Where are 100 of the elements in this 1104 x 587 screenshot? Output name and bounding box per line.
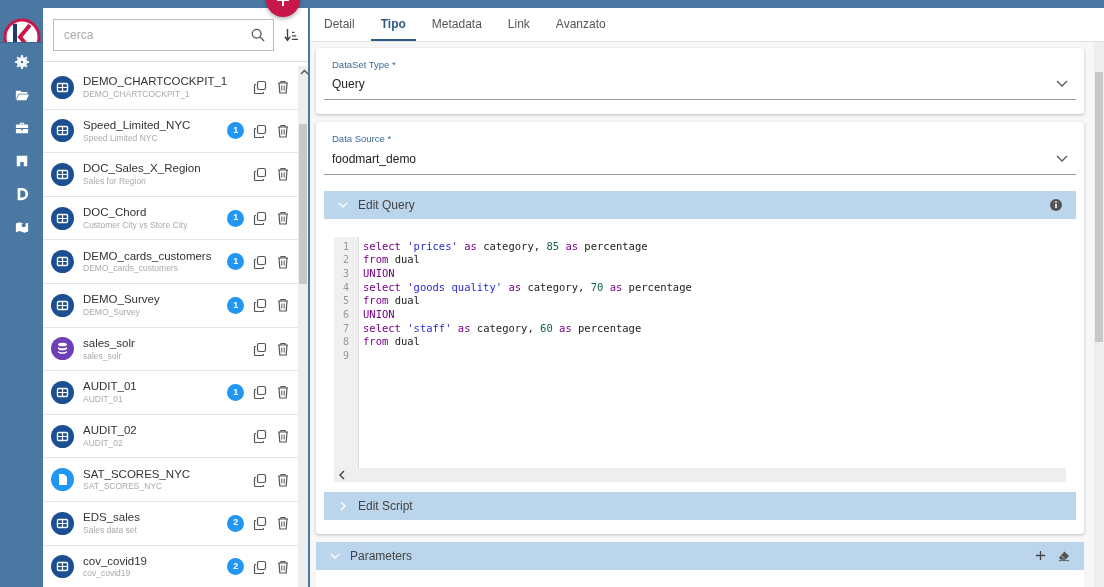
code-line: select 'prices' as category, 85 as percentage — [363, 239, 649, 254]
trash-icon[interactable] — [276, 429, 291, 444]
copy-icon[interactable] — [253, 167, 268, 182]
table-icon — [51, 511, 74, 535]
copy-icon[interactable] — [253, 559, 268, 574]
trash-icon[interactable] — [276, 167, 291, 182]
dataset-description: Sales data set — [83, 525, 138, 536]
eraser-icon[interactable] — [1058, 549, 1070, 562]
dataset-description: sales_solr — [83, 351, 123, 361]
scrollbar-thumb[interactable] — [1095, 72, 1103, 342]
dataset-item[interactable]: Speed_Limited_NYC Speed Limited NYC 1 — [43, 109, 299, 154]
tab[interactable]: Detail — [314, 8, 365, 41]
search-field[interactable]: cerca — [53, 18, 274, 51]
settings-icon[interactable] — [14, 55, 29, 69]
dataset-type-select[interactable]: Query — [332, 75, 396, 94]
sort-icon[interactable] — [284, 27, 298, 42]
store-icon[interactable] — [14, 154, 29, 168]
dataset-item[interactable]: AUDIT_02 AUDIT_02 — [43, 414, 299, 459]
copy-icon[interactable] — [253, 516, 268, 531]
count-badge: 1 — [227, 122, 245, 140]
copy-icon[interactable] — [253, 298, 268, 313]
dataset-description: AUDIT_01 — [83, 395, 124, 405]
dataset-title: DOC_Chord — [83, 206, 148, 219]
copy-icon[interactable] — [253, 254, 268, 269]
dataset-description: Customer City vs Store City — [83, 220, 189, 231]
code-line: UNION — [363, 266, 396, 281]
table-icon — [51, 119, 74, 143]
scroll-left-icon[interactable] — [338, 469, 346, 480]
dataset-item[interactable]: cov_covid19 cov_covid19 2 — [43, 545, 299, 587]
data-source-select[interactable]: foodmart_demo — [332, 149, 417, 168]
code-line: from dual — [363, 294, 421, 308]
section-header[interactable]: Edit Script — [324, 491, 1076, 520]
line-number: 4 — [342, 280, 350, 295]
dataset-title: SAT_SCORES_NYC — [83, 467, 192, 481]
line-number: 9 — [342, 349, 350, 363]
count-badge: 1 — [227, 296, 245, 314]
code-line: from dual — [363, 253, 421, 267]
dataset-description: DEMO_cards_customers — [83, 264, 179, 274]
section-header[interactable]: Edit Query — [324, 190, 1076, 219]
copy-icon[interactable] — [253, 385, 268, 400]
trash-icon[interactable] — [276, 298, 291, 313]
dataset-description: AUDIT_02 — [83, 438, 124, 449]
dataset-title: DEMO_cards_customers — [83, 249, 213, 263]
section-title: Edit Script — [358, 497, 413, 515]
trash-icon[interactable] — [276, 559, 291, 574]
trash-icon[interactable] — [276, 211, 291, 226]
scroll-up-icon[interactable] — [299, 68, 308, 76]
dataset-item[interactable]: SAT_SCORES_NYC SAT_SCORES_NYC — [43, 458, 299, 502]
tab[interactable]: Avanzato — [545, 8, 616, 41]
copy-icon[interactable] — [253, 211, 268, 226]
trash-icon[interactable] — [276, 472, 291, 487]
dataset-item[interactable]: DOC_Sales_X_Region Sales for Region — [43, 153, 299, 197]
chevron-right-icon — [338, 500, 348, 511]
tab[interactable]: Link — [497, 8, 540, 41]
trash-icon[interactable] — [276, 80, 291, 95]
folder-icon[interactable] — [14, 88, 29, 102]
trash-icon[interactable] — [276, 516, 291, 531]
dataset-title: DEMO_CHARTCOCKPIT_1 — [83, 75, 228, 88]
dataset-description: Speed Limited NYC — [83, 133, 159, 143]
line-number: 1 — [342, 239, 350, 254]
line-number: 3 — [342, 266, 350, 281]
dataset-description: cov_covid19 — [83, 569, 132, 579]
copy-icon[interactable] — [253, 123, 268, 138]
copy-icon[interactable] — [253, 429, 268, 444]
copy-icon[interactable] — [253, 80, 268, 95]
trash-icon[interactable] — [276, 123, 291, 138]
section-title: Parameters — [350, 547, 413, 565]
field-label: Data Source * — [332, 132, 393, 147]
briefcase-icon[interactable] — [14, 121, 29, 135]
line-number: 8 — [342, 335, 350, 349]
code-line: select 'goods quality' as category, 70 as percentage — [363, 280, 693, 295]
trash-icon[interactable] — [276, 341, 291, 356]
dataset-item[interactable]: DEMO_CHARTCOCKPIT_1 DEMO_CHARTCOCKPIT_1 — [43, 66, 299, 110]
count-badge: 1 — [227, 383, 245, 401]
trash-icon[interactable] — [276, 254, 291, 269]
count-badge: 1 — [227, 209, 245, 227]
copy-icon[interactable] — [253, 472, 268, 487]
scrollbar-thumb[interactable] — [299, 124, 307, 284]
map-icon[interactable] — [14, 220, 29, 234]
dataset-item[interactable]: DEMO_Survey DEMO_Survey 1 — [43, 283, 299, 328]
copy-icon[interactable] — [253, 341, 268, 356]
add-icon[interactable] — [1035, 550, 1046, 561]
search-icon[interactable] — [251, 27, 265, 42]
dataset-item[interactable]: DEMO_cards_customers DEMO_cards_customers 1 — [43, 240, 299, 284]
dataset-item[interactable]: sales_solr sales_solr — [43, 327, 299, 372]
dataset-description: DEMO_Survey — [83, 307, 141, 318]
table-icon — [51, 380, 74, 404]
dataset-item[interactable]: AUDIT_01 AUDIT_01 1 — [43, 371, 299, 415]
dataset-description: SAT_SCORES_NYC — [83, 482, 164, 492]
info-icon[interactable] — [1050, 198, 1062, 211]
line-number: 7 — [342, 321, 350, 336]
tab[interactable]: Tipo — [370, 8, 416, 41]
dataset-item[interactable]: EDS_sales Sales data set 2 — [43, 501, 299, 546]
dataset-item[interactable]: DOC_Chord Customer City vs Store City 1 — [43, 196, 299, 241]
tab[interactable]: Metadata — [421, 8, 492, 41]
scrollbar[interactable] — [298, 66, 308, 587]
scrollbar[interactable] — [1094, 42, 1104, 587]
field-label: DataSet Type * — [332, 58, 396, 72]
section-header[interactable]: Parameters — [316, 541, 1084, 570]
trash-icon[interactable] — [276, 385, 291, 400]
